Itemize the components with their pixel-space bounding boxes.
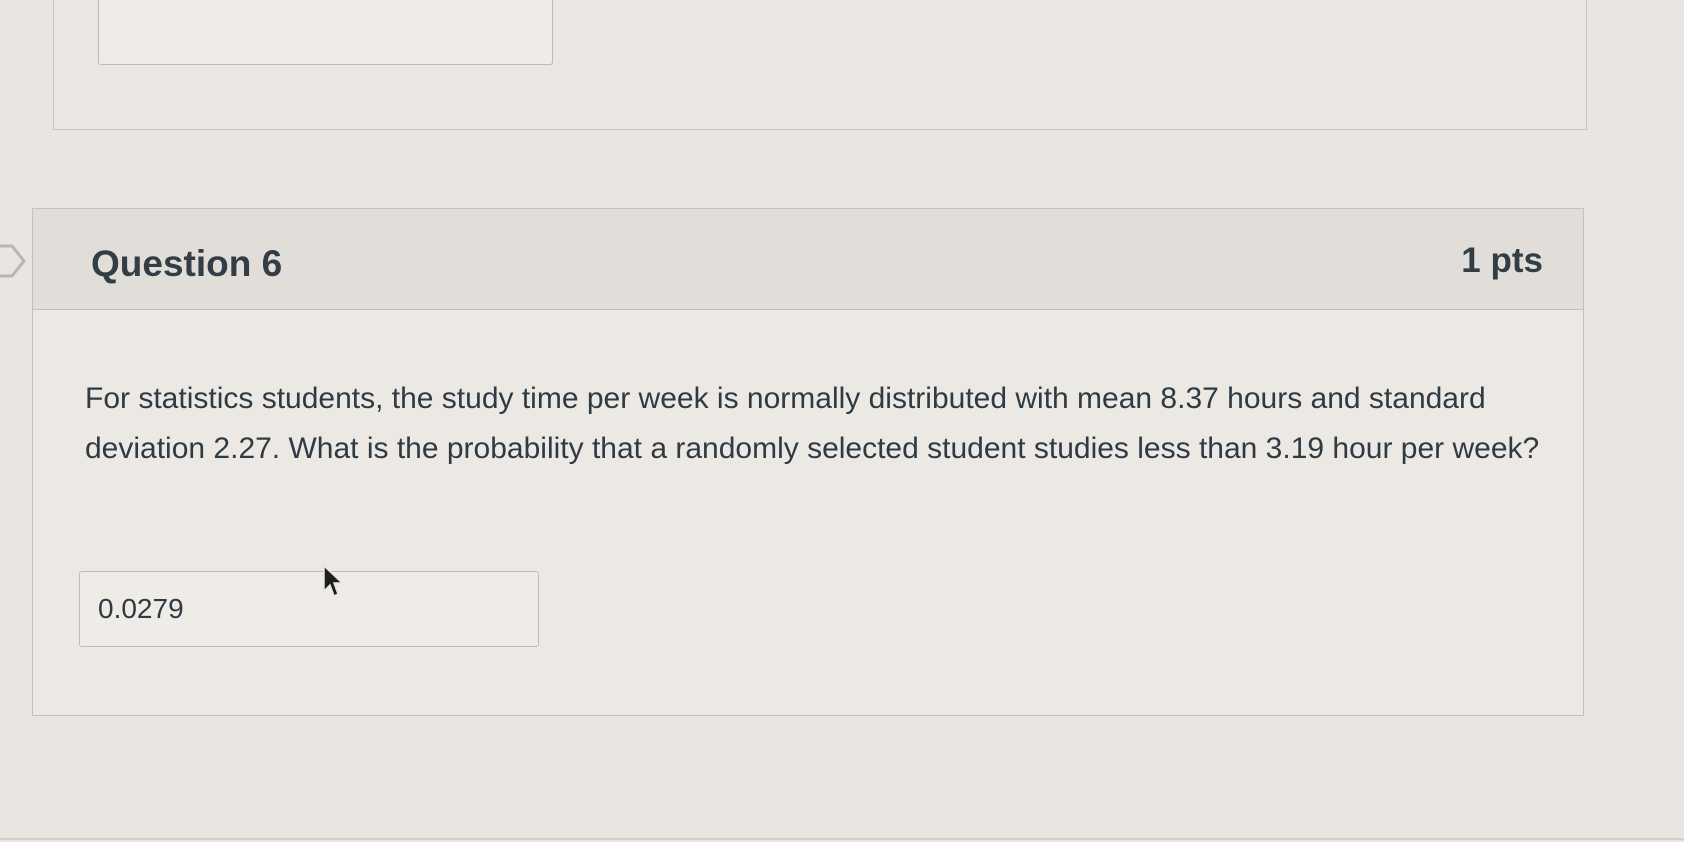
question-text: For statistics students, the study time … [85,382,1540,465]
question-header: Question 6 1 pts [33,209,1583,310]
question-card: Question 6 1 pts For statistics students… [32,208,1584,716]
previous-question-card [53,0,1587,130]
answer-input[interactable] [79,571,539,647]
page-divider [0,838,1684,840]
previous-answer-input[interactable] [98,0,553,65]
question-points: 1 pts [1461,241,1543,280]
mouse-pointer-icon [323,565,344,598]
flag-marker-icon[interactable] [0,242,36,280]
question-title: Question 6 [91,243,283,284]
